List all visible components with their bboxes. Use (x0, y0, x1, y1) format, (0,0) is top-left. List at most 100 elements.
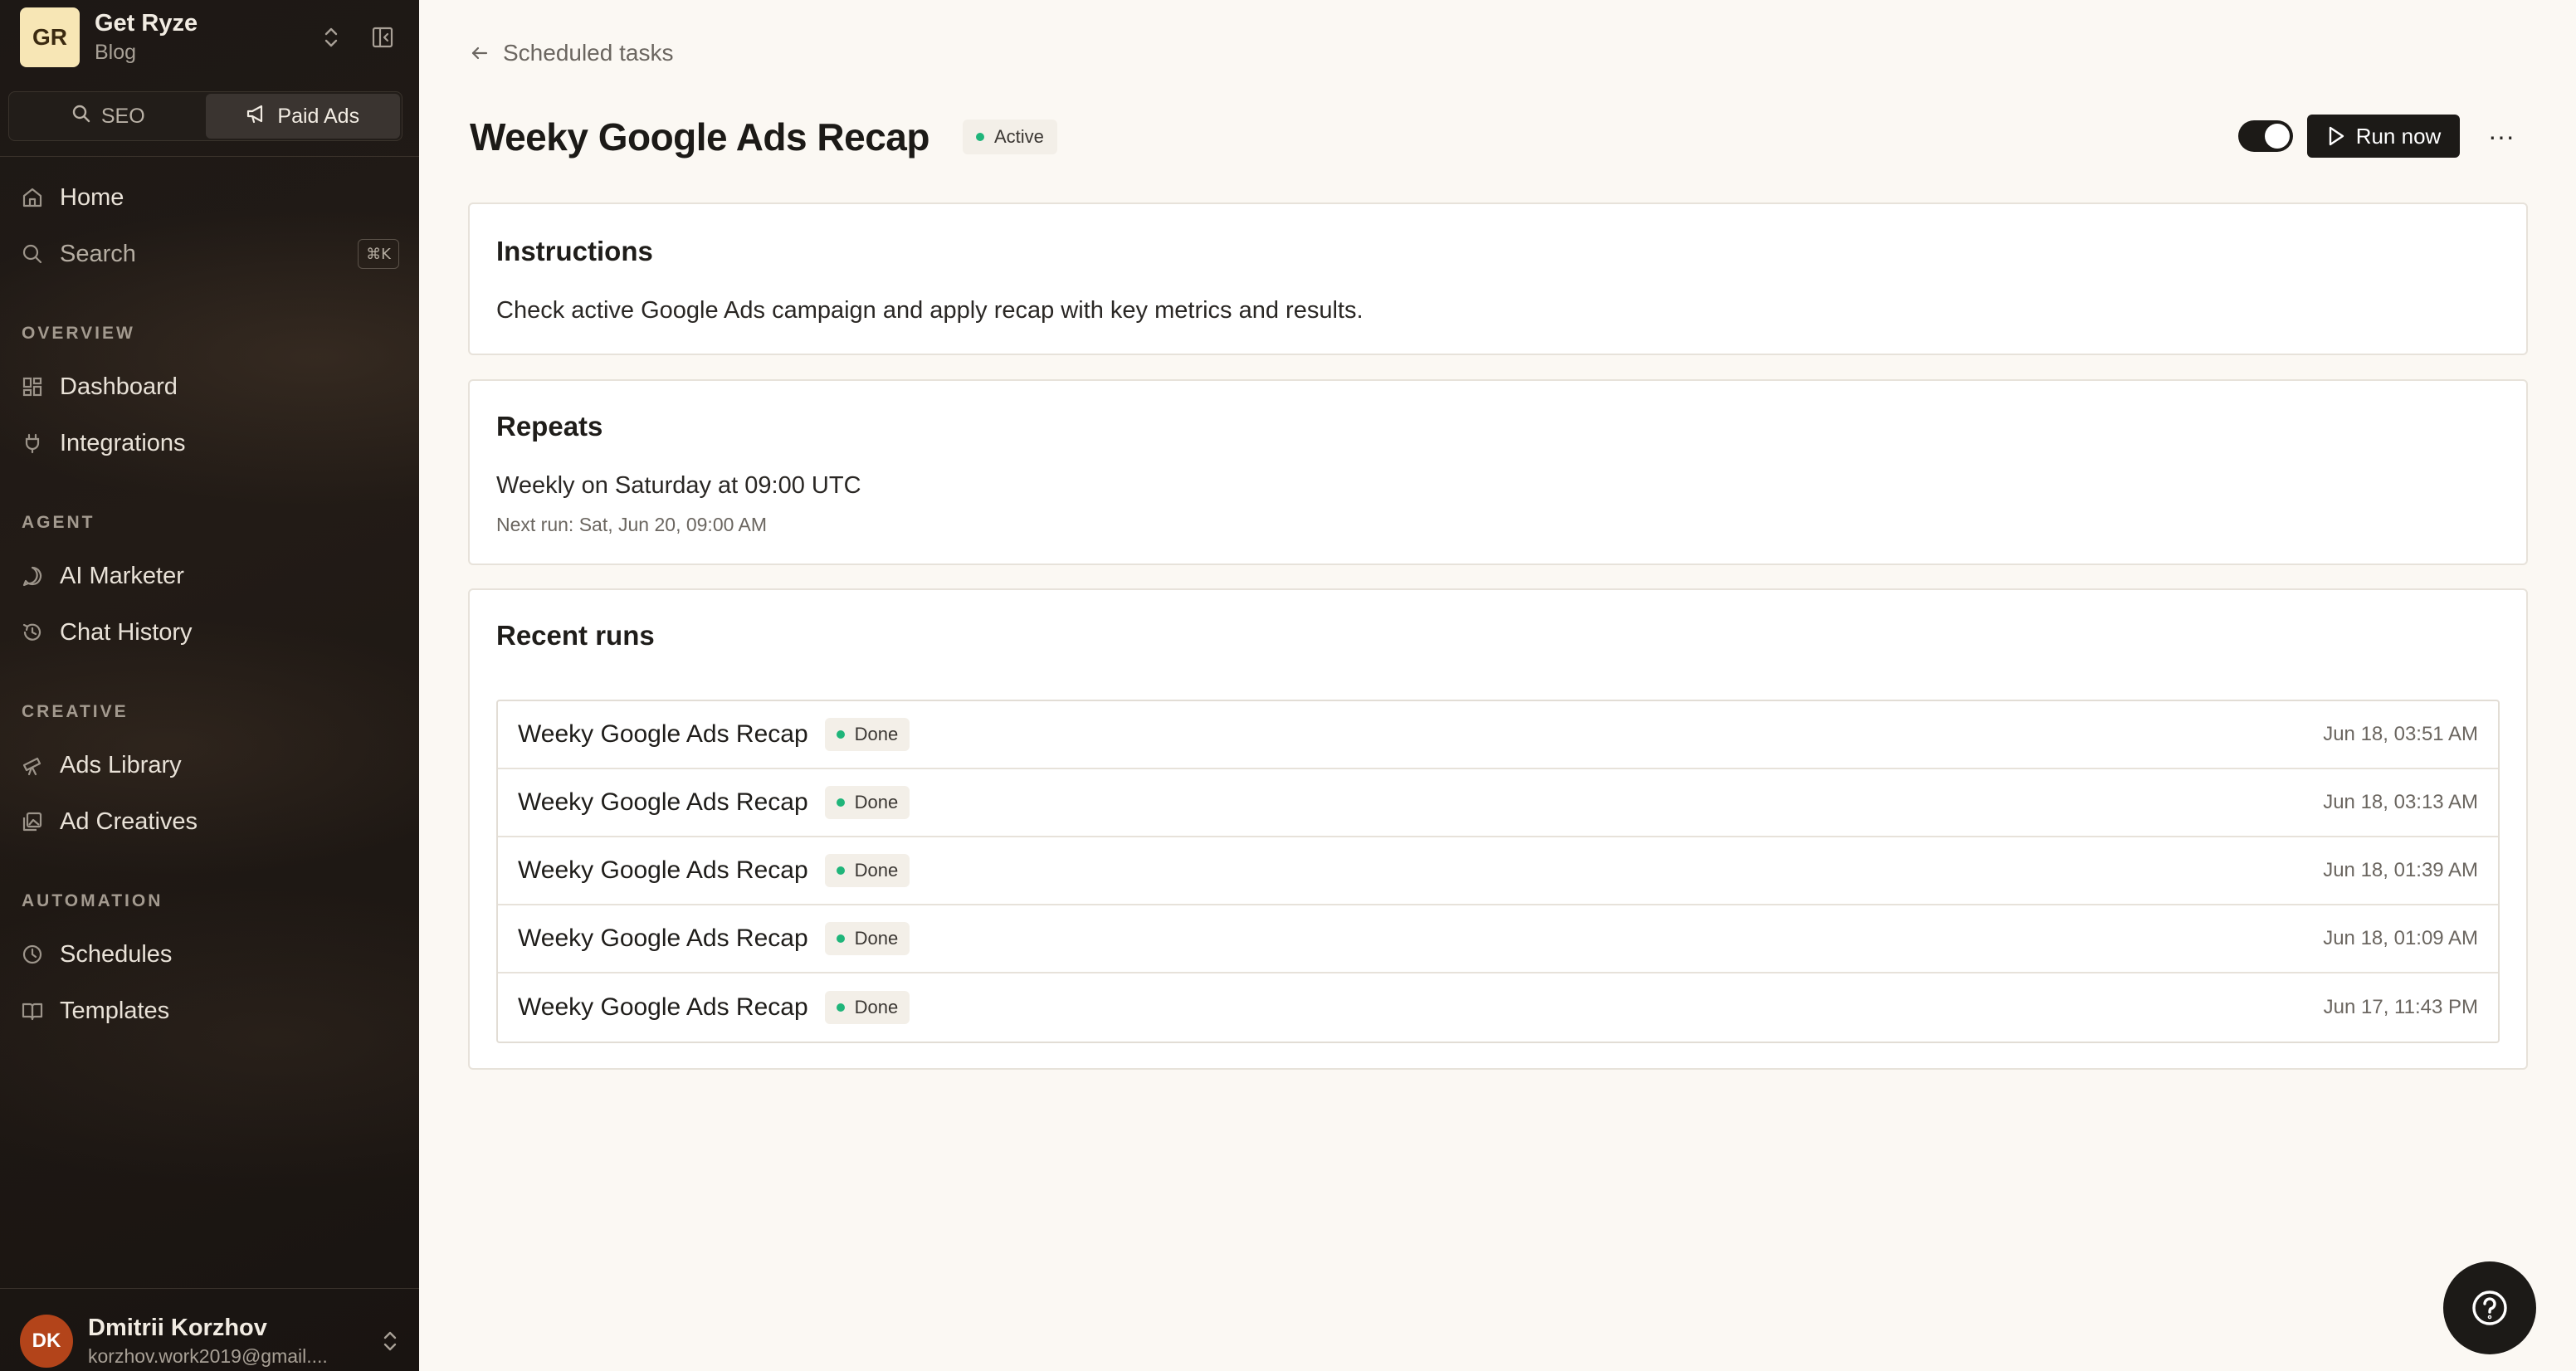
runs-list: Weeky Google Ads Recap Done Jun 18, 03:5… (496, 700, 2500, 1043)
nav-ads-library[interactable]: Ads Library (20, 741, 399, 789)
status-label: Done (854, 997, 899, 1017)
nav-integrations[interactable]: Integrations (20, 419, 399, 467)
list-item[interactable]: Weeky Google Ads Recap Done Jun 18, 01:3… (498, 837, 2498, 905)
nav-label: Dashboard (60, 373, 178, 400)
mode-paid-ads[interactable]: Paid Ads (205, 94, 400, 139)
section-title: CREATIVE (22, 702, 129, 721)
next-run-text: Next run: Sat, Jun 20, 09:00 AM (496, 514, 768, 535)
avatar: DK (20, 1315, 73, 1368)
enable-toggle[interactable] (2238, 120, 2293, 152)
images-icon (20, 809, 45, 834)
chevrons-up-down-icon[interactable] (381, 1329, 399, 1354)
sidebar: GR Get Ryze Blog SEO Paid Ads Home Searc… (0, 0, 419, 1371)
status-label: Done (854, 860, 899, 881)
collapse-sidebar-icon[interactable] (366, 21, 399, 54)
divider (0, 156, 419, 157)
workspace-switcher[interactable]: GR Get Ryze Blog (20, 7, 399, 68)
schedule-text: Weekly on Saturday at 09:00 UTC (496, 472, 861, 499)
status-badge: Done (824, 922, 910, 955)
status-dot (836, 866, 845, 875)
run-name: Weeky Google Ads Recap (518, 925, 808, 952)
mode-seo[interactable]: SEO (11, 94, 206, 139)
status-badge: Done (824, 786, 910, 819)
nav-chat-history[interactable]: Chat History (20, 608, 399, 656)
run-time: Jun 17, 11:43 PM (2323, 996, 2478, 1018)
nav-templates[interactable]: Templates (20, 987, 399, 1035)
nav-label: Ad Creatives (60, 807, 198, 835)
status-label: Done (854, 724, 899, 744)
shortcut-badge: ⌘K (358, 239, 399, 269)
nav-ai-marketer[interactable]: AI Marketer (20, 552, 399, 600)
status-badge: Active (962, 120, 1057, 154)
nav-ad-creatives[interactable]: Ad Creatives (20, 798, 399, 846)
page-title: Weeky Google Ads Recap (470, 115, 929, 159)
back-link[interactable]: Scheduled tasks (470, 37, 673, 70)
card-title: Recent runs (496, 620, 655, 651)
home-icon (20, 185, 45, 210)
list-item[interactable]: Weeky Google Ads Recap Done Jun 18, 03:1… (498, 769, 2498, 837)
nav-label: AI Marketer (60, 562, 184, 589)
status-badge: Done (824, 854, 910, 887)
task-header: Weeky Google Ads Recap Active (470, 108, 2526, 166)
chat-bubble-icon (20, 564, 45, 588)
arrow-left-icon (470, 43, 490, 63)
history-icon (20, 620, 45, 645)
status-badge: Done (824, 991, 910, 1024)
run-time: Jun 18, 01:39 AM (2323, 859, 2478, 881)
grid-icon (20, 374, 45, 399)
search-icon (71, 104, 91, 129)
card-title: Instructions (496, 236, 653, 266)
list-item[interactable]: Weeky Google Ads Recap Done Jun 18, 03:5… (498, 701, 2498, 769)
megaphone-icon (246, 103, 267, 130)
help-button[interactable] (2443, 1261, 2536, 1354)
run-name: Weeky Google Ads Recap (518, 788, 808, 816)
nav-schedules[interactable]: Schedules (20, 930, 399, 978)
help-circle-icon (2470, 1288, 2510, 1328)
run-time: Jun 18, 03:51 AM (2323, 723, 2478, 745)
chevrons-up-down-icon[interactable] (315, 21, 348, 54)
divider (0, 1288, 419, 1289)
status-dot (975, 133, 984, 141)
clock-icon (20, 942, 45, 967)
instructions-text: Check active Google Ads campaign and app… (496, 297, 1364, 324)
user-email: korzhov.work2019@gmail.... (88, 1345, 328, 1367)
workspace-badge: GR (20, 7, 80, 67)
run-now-button[interactable]: Run now (2307, 115, 2460, 158)
book-icon (20, 998, 45, 1023)
instructions-card: Instructions Check active Google Ads cam… (468, 202, 2528, 355)
search-icon (20, 242, 45, 266)
status-label: Done (854, 792, 899, 812)
nav-label: Chat History (60, 618, 193, 646)
section-title: OVERVIEW (22, 324, 135, 343)
run-name: Weeky Google Ads Recap (518, 856, 808, 884)
status-badge: Done (824, 718, 910, 751)
section-title: AGENT (22, 513, 95, 532)
status-dot (836, 934, 845, 943)
nav-dashboard[interactable]: Dashboard (20, 363, 399, 411)
play-icon (2326, 125, 2346, 147)
run-now-label: Run now (2355, 123, 2442, 149)
mode-switcher: SEO Paid Ads (8, 91, 402, 141)
card-title: Repeats (496, 411, 603, 442)
nav-label: Ads Library (60, 751, 182, 778)
workspace-name: Get Ryze (95, 10, 198, 37)
section-title: AUTOMATION (22, 891, 163, 910)
status-dot (836, 730, 845, 739)
run-time: Jun 18, 03:13 AM (2323, 791, 2478, 813)
more-options-button[interactable]: ··· (2481, 116, 2521, 156)
list-item[interactable]: Weeky Google Ads Recap Done Jun 17, 11:4… (498, 973, 2498, 1042)
run-time: Jun 18, 01:09 AM (2323, 927, 2478, 949)
nav-home[interactable]: Home (20, 173, 399, 222)
recent-runs-card: Recent runs Weeky Google Ads Recap Done … (468, 588, 2528, 1070)
nav-label: Integrations (60, 429, 186, 456)
workspace-sub: Blog (95, 41, 137, 64)
back-link-label: Scheduled tasks (503, 40, 674, 66)
status-dot (836, 1003, 845, 1012)
status-label: Active (993, 126, 1044, 147)
status-dot (836, 798, 845, 807)
user-menu[interactable]: DK Dmitrii Korzhov korzhov.work2019@gmai… (20, 1311, 399, 1371)
list-item[interactable]: Weeky Google Ads Recap Done Jun 18, 01:0… (498, 905, 2498, 973)
repeats-card: Repeats Weekly on Saturday at 09:00 UTC … (468, 379, 2528, 565)
nav-search[interactable]: Search ⌘K (20, 230, 399, 278)
run-name: Weeky Google Ads Recap (518, 993, 808, 1021)
